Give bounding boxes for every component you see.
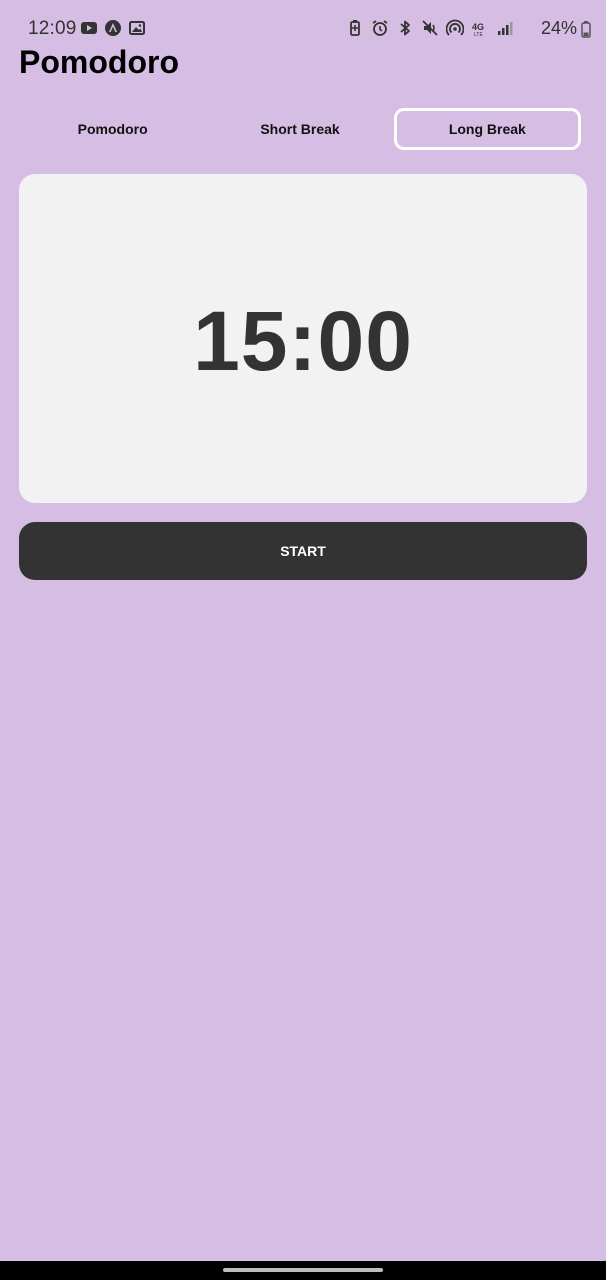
mute-icon xyxy=(421,19,439,37)
mode-tabs: Pomodoro Short Break Long Break xyxy=(19,108,581,150)
alarm-icon xyxy=(371,19,389,37)
status-left-icons xyxy=(80,19,146,37)
youtube-icon xyxy=(80,19,98,37)
status-time: 12:09 xyxy=(28,18,77,39)
home-gesture-handle[interactable] xyxy=(223,1268,383,1272)
timer-display: 15:00 xyxy=(193,294,413,388)
battery-saver-icon xyxy=(346,19,364,37)
hotspot-icon xyxy=(446,19,464,37)
start-button[interactable]: START xyxy=(19,522,587,580)
tab-short-break[interactable]: Short Break xyxy=(206,108,393,150)
battery-icon xyxy=(580,20,592,38)
bluetooth-icon xyxy=(396,19,414,37)
tab-long-break[interactable]: Long Break xyxy=(393,108,581,150)
svg-text:LTE: LTE xyxy=(474,32,483,37)
4g-lte-icon: 4G LTE xyxy=(471,19,489,37)
svg-text:4G: 4G xyxy=(472,22,484,32)
status-right-icons: 4G LTE xyxy=(346,19,514,37)
tab-pomodoro[interactable]: Pomodoro xyxy=(19,108,206,150)
battery-status: 24% xyxy=(541,18,592,39)
gallery-icon xyxy=(128,19,146,37)
timer-card: 15:00 xyxy=(19,174,587,503)
battery-percent: 24% xyxy=(540,18,577,38)
status-bar: 12:09 4G LTE 24% xyxy=(0,0,606,44)
signal-icon xyxy=(496,19,514,37)
navigation-bar xyxy=(0,1261,606,1280)
app-a-icon xyxy=(104,19,122,37)
page-title: Pomodoro xyxy=(19,44,179,80)
